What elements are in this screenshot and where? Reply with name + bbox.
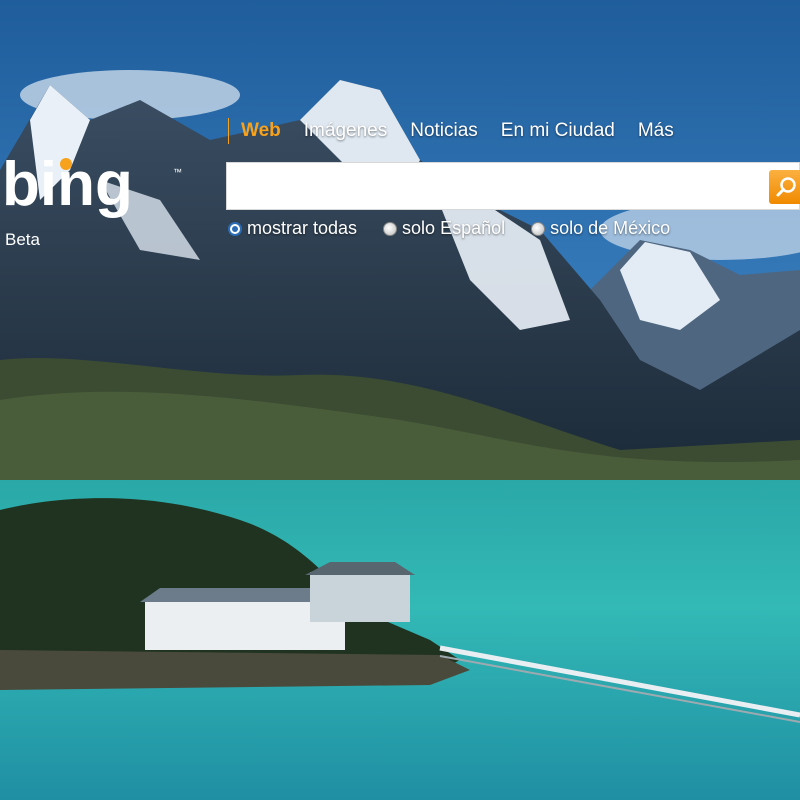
nav-news[interactable]: Noticias xyxy=(410,120,478,142)
trademark-icon: ™ xyxy=(173,167,182,177)
search-box xyxy=(226,162,800,210)
scope-spanish-radio[interactable]: solo Español xyxy=(383,218,505,239)
bing-logo[interactable]: bing ™ xyxy=(0,150,200,230)
radio-checked-icon xyxy=(228,221,242,236)
nav-more[interactable]: Más xyxy=(638,120,674,142)
logo-dot-icon xyxy=(60,158,72,170)
scope-all-radio[interactable]: mostrar todas xyxy=(228,218,357,239)
search-button[interactable] xyxy=(769,170,800,204)
radio-unchecked-icon xyxy=(383,221,398,236)
scope-all-label: mostrar todas xyxy=(247,218,358,238)
nav-divider xyxy=(228,118,229,144)
scope-mexico-radio[interactable]: solo de México xyxy=(531,218,670,239)
nav-web[interactable]: Web xyxy=(241,120,281,142)
search-icon xyxy=(776,177,796,197)
nav-local[interactable]: En mi Ciudad xyxy=(501,120,615,142)
search-input[interactable] xyxy=(227,163,777,207)
nav-images[interactable]: Imágenes xyxy=(304,120,387,142)
radio-unchecked-icon xyxy=(531,221,546,236)
top-nav: Web Imágenes Noticias En mi Ciudad Más xyxy=(228,118,697,144)
beta-label: Beta xyxy=(5,230,40,249)
search-scope: mostrar todas solo Español solo de Méxic… xyxy=(228,218,696,239)
scope-mexico-label: solo de México xyxy=(550,218,671,238)
scope-spanish-label: solo Español xyxy=(402,218,506,238)
